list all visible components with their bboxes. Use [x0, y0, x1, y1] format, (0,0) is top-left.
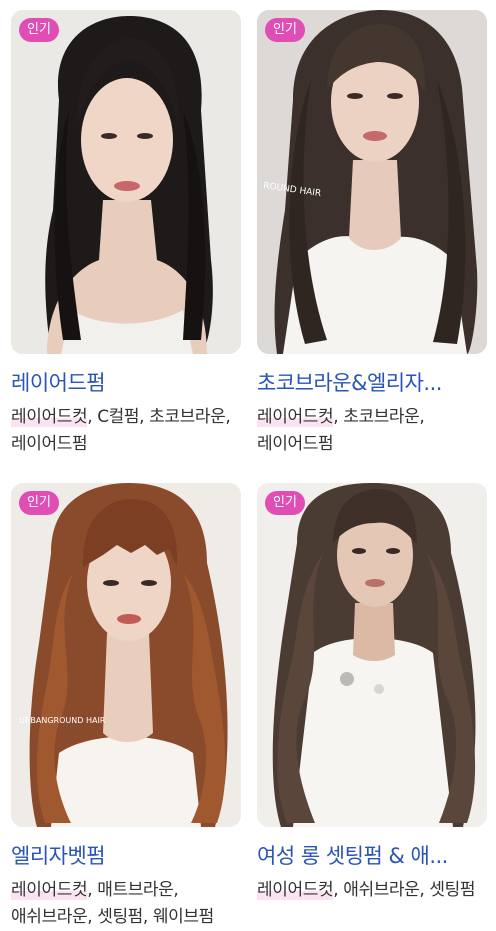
woman-portrait-image [11, 10, 241, 354]
woman-portrait-image [257, 483, 487, 827]
woman-portrait-image: ROUND HAIR [257, 10, 487, 354]
hairstyle-tags: 레이어드컷, C컬펌, 초코브라운, 레이어드펌 [11, 404, 241, 458]
hairstyle-photo[interactable]: URBANGROUND HAIR 인기 [11, 483, 241, 827]
hairstyle-photo[interactable]: 인기 [11, 10, 241, 354]
tag-highlight: 레이어드컷 [257, 880, 334, 900]
hairstyle-title[interactable]: 여성 롱 셋팅펌 & 애... [257, 841, 487, 871]
hairstyle-photo[interactable]: ROUND HAIR 인기 [257, 10, 487, 354]
popular-badge: 인기 [19, 18, 59, 42]
hairstyle-card[interactable]: 인기 레이어드펌 레이어드컷, C컬펌, 초코브라운, 레이어드펌 [11, 10, 241, 458]
hairstyle-card[interactable]: 인기 여성 롱 셋팅펌 & 애... 레이어드컷, 애쉬브라운, 셋팅펌 [257, 483, 487, 904]
popular-badge: 인기 [265, 491, 305, 515]
hairstyle-tags: 레이어드컷, 매트브라운, 애쉬브라운, 셋팅펌, 웨이브펌 [11, 877, 241, 931]
watermark-text: URBANGROUND HAIR [19, 716, 106, 725]
woman-portrait-image: URBANGROUND HAIR [11, 483, 241, 827]
popular-badge: 인기 [19, 491, 59, 515]
hairstyle-title[interactable]: 엘리자벳펌 [11, 841, 241, 871]
hairstyle-photo[interactable]: 인기 [257, 483, 487, 827]
hairstyle-title[interactable]: 레이어드펌 [11, 368, 241, 398]
tag-highlight: 레이어드컷 [11, 407, 88, 427]
hairstyle-tags: 레이어드컷, 초코브라운, 레이어드펌 [257, 404, 487, 458]
tag-highlight: 레이어드컷 [257, 407, 334, 427]
tag-highlight: 레이어드컷 [11, 880, 88, 900]
hairstyle-card[interactable]: URBANGROUND HAIR 인기 엘리자벳펌 레이어드컷, 매트브라운, … [11, 483, 241, 931]
hairstyle-title[interactable]: 초코브라운&엘리자... [257, 368, 487, 398]
tag-list: , 애쉬브라운, 셋팅펌 [333, 880, 476, 900]
hairstyle-card[interactable]: ROUND HAIR 인기 초코브라운&엘리자... 레이어드컷, 초코브라운,… [257, 10, 487, 458]
hairstyle-grid: 인기 레이어드펌 레이어드컷, C컬펌, 초코브라운, 레이어드펌 ROUND … [0, 0, 496, 929]
popular-badge: 인기 [265, 18, 305, 42]
hairstyle-tags: 레이어드컷, 애쉬브라운, 셋팅펌 [257, 877, 487, 904]
